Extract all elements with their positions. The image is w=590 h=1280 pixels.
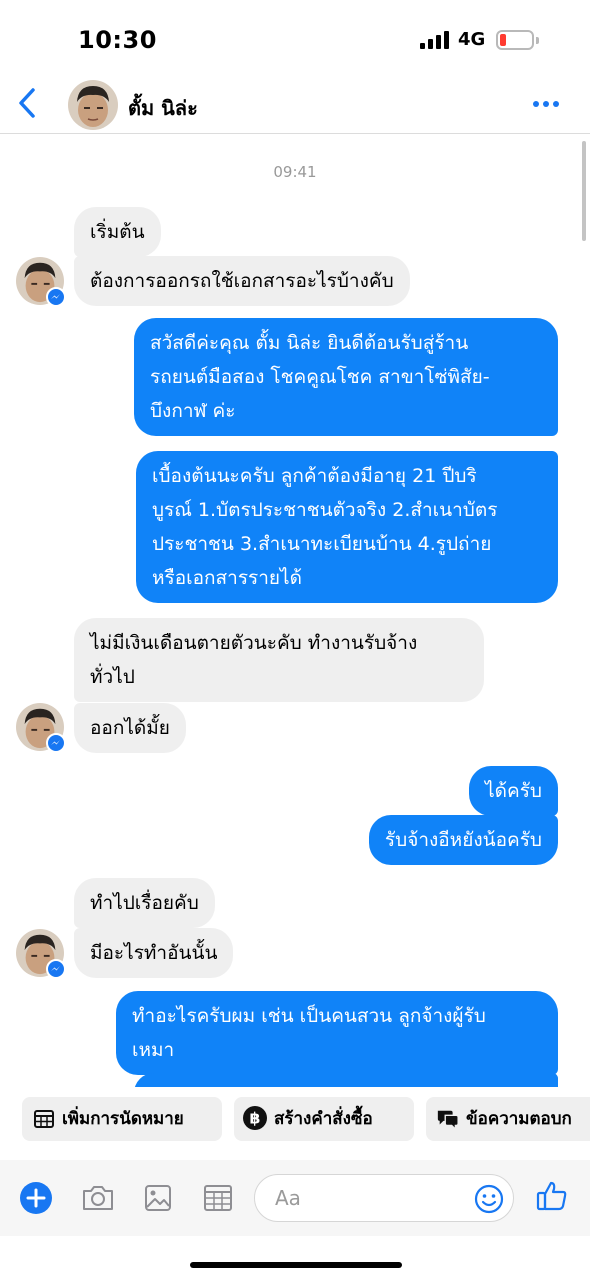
table-grid-icon (204, 1185, 232, 1211)
message-text: ต้องการออกรถใช้เอกสารอะไรบ้างคับ (90, 270, 394, 292)
photo-icon (145, 1185, 171, 1211)
contact-avatar[interactable] (68, 80, 118, 130)
message-bubble-incoming[interactable]: ทำไปเรื่อยคับ (74, 878, 215, 928)
messenger-badge-icon (46, 959, 66, 979)
messenger-badge-icon (46, 287, 66, 307)
message-timestamp: 09:41 (273, 163, 317, 181)
message-list[interactable]: 09:41 เริ่มต้น ต้องการออกรถใช้เอกสารอะไร… (0, 135, 590, 1087)
message-composer: Aa (0, 1160, 590, 1236)
person-avatar-icon (68, 80, 118, 130)
camera-icon (83, 1186, 113, 1210)
message-text: มีอะไรทำอันนั้น (90, 942, 218, 964)
chip-label: ข้อความตอบก (466, 1109, 572, 1129)
message-text: ได้ครับ (485, 780, 542, 802)
message-bubble-incoming[interactable]: เริ่มต้น (74, 207, 161, 257)
message-bubble-incoming[interactable]: ไม่มีเงินเดือนตายตัวนะคับ ทำงานรับจ้าง ท… (74, 618, 484, 702)
message-line: สวัสดีค่ะคุณ ตั้ม นิล่ะ ยินดีต้อนรับสู่ร… (150, 332, 469, 354)
network-type: 4G (458, 29, 486, 50)
message-bubble-outgoing[interactable]: สวัสดีค่ะคุณ ตั้ม นิล่ะ ยินดีต้อนรับสู่ร… (134, 318, 558, 436)
thumbs-up-icon (536, 1181, 567, 1211)
signal-strength-icon (420, 31, 450, 49)
svg-text:฿: ฿ (250, 1109, 261, 1128)
chevron-left-icon (19, 88, 35, 118)
add-appointment-button[interactable]: เพิ่มการนัดหมาย (22, 1097, 222, 1141)
battery-nub (536, 37, 539, 44)
message-bubble-outgoing[interactable]: รับจ้างอีหยังน้อครับ (368, 815, 558, 865)
battery-icon (496, 30, 534, 50)
back-button[interactable] (14, 86, 42, 120)
message-text: ทำไปเรื่อยคับ (90, 892, 199, 914)
chat-bubbles-icon (437, 1110, 459, 1131)
message-line: ประชาชน 3.สำเนาทะเบียนบ้าน 4.รูปถ่าย (152, 533, 492, 555)
calendar-table-icon (34, 1110, 54, 1128)
message-line: บึงกาฬ ค่ะ (150, 400, 236, 422)
message-line: รถยนต์มือสอง โชคคูณโชค สาขาโซ่พิสัย- (150, 366, 490, 388)
status-time: 10:30 (78, 26, 157, 54)
message-bubble-outgoing[interactable]: เบื้องต้นนะครับ ลูกค้าต้องมีอายุ 21 ปีบร… (136, 451, 558, 603)
plus-circle-icon (20, 1182, 52, 1214)
messenger-badge-icon (46, 733, 66, 753)
message-line: ทั่วไป (90, 666, 135, 688)
message-text: ออกได้มั้ย (90, 717, 170, 739)
baht-coin-icon: ฿ (243, 1106, 267, 1130)
chip-label: สร้างคำสั่งซื้อ (274, 1109, 373, 1129)
more-dots-icon (533, 101, 559, 107)
like-button[interactable] (534, 1178, 570, 1214)
chip-label: เพิ่มการนัดหมาย (62, 1109, 184, 1129)
contact-name[interactable]: ตั้ม นิล่ะ (128, 92, 198, 124)
create-order-button[interactable]: ฿ สร้างคำสั่งซื้อ (234, 1097, 414, 1141)
message-bubble-outgoing[interactable]: ทำอะไรครับผม เช่น เป็นคนสวน ลูกจ้างผู้รั… (116, 991, 558, 1075)
emoji-icon[interactable] (473, 1183, 505, 1215)
message-text: เริ่มต้น (90, 221, 145, 243)
message-bubble-incoming[interactable]: ออกได้มั้ย (74, 703, 186, 753)
scrollbar[interactable] (582, 141, 586, 241)
message-bubble-outgoing-partial[interactable] (134, 1073, 558, 1087)
message-text: รับจ้างอีหยังน้อครับ (384, 829, 542, 851)
status-bar: 10:30 4G (0, 0, 590, 80)
message-line: เบื้องต้นนะครับ ลูกค้าต้องมีอายุ 21 ปีบร… (152, 465, 477, 487)
add-button[interactable] (18, 1180, 54, 1216)
quick-actions-bar: เพิ่มการนัดหมาย ฿ สร้างคำสั่งซื้อ ข้อควา… (0, 1097, 590, 1145)
message-line: ไม่มีเงินเดือนตายตัวนะคับ ทำงานรับจ้าง (90, 632, 418, 654)
message-input[interactable]: Aa (254, 1174, 514, 1222)
message-bubble-incoming[interactable]: ต้องการออกรถใช้เอกสารอะไรบ้างคับ (74, 256, 410, 306)
saved-reply-button[interactable]: ข้อความตอบก (426, 1097, 590, 1141)
table-button[interactable] (200, 1180, 236, 1216)
message-bubble-incoming[interactable]: มีอะไรทำอันนั้น (74, 928, 234, 978)
camera-button[interactable] (80, 1180, 116, 1216)
message-bubble-outgoing[interactable]: ได้ครับ (469, 766, 558, 816)
gallery-button[interactable] (140, 1180, 176, 1216)
message-line: ทำอะไรครับผม เช่น เป็นคนสวน ลูกจ้างผู้รั… (132, 1005, 486, 1027)
home-indicator[interactable] (190, 1262, 402, 1268)
message-line: เหมา (132, 1039, 175, 1061)
chat-header: ตั้ม นิล่ะ (0, 72, 590, 134)
message-line: หรือเอกสารรายได้ (152, 567, 302, 589)
message-input-placeholder: Aa (275, 1186, 301, 1210)
message-line: บูรณ์ 1.บัตรประชาชนตัวจริง 2.สำเนาบัตร (152, 499, 498, 521)
more-options-button[interactable] (530, 92, 562, 116)
